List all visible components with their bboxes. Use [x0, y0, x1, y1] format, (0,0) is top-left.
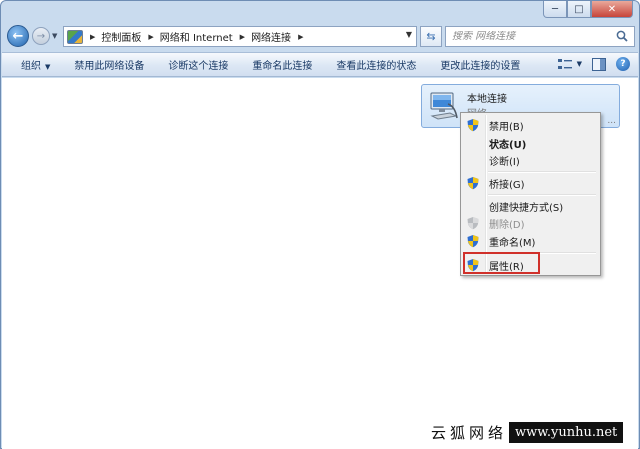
back-arrow-icon: ←	[12, 28, 24, 44]
menu-item-bridge[interactable]: 桥接(G)	[463, 174, 598, 192]
watermark-text: 云狐网络	[431, 423, 508, 442]
search-icon[interactable]	[616, 30, 628, 42]
shield-icon	[467, 177, 479, 190]
menu-separator	[488, 194, 596, 196]
minimize-icon: ─	[551, 3, 559, 15]
address-dropdown-button[interactable]: ▼	[406, 30, 412, 39]
breadcrumb-network-internet[interactable]: 网络和 Internet	[160, 29, 233, 44]
breadcrumb-network-connections[interactable]: 网络连接	[251, 29, 291, 44]
view-options-chevron-icon[interactable]: ▼	[577, 60, 582, 68]
preview-pane-icon[interactable]	[592, 57, 606, 71]
refresh-button[interactable]: ⇆	[420, 26, 442, 47]
rename-connection-button[interactable]: 重命名此连接	[240, 57, 324, 72]
connection-name: 本地连接	[467, 94, 507, 105]
menu-item-create-shortcut[interactable]: 创建快捷方式(S)	[463, 197, 598, 215]
shield-icon	[467, 119, 479, 132]
close-button[interactable]: ✕	[591, 1, 633, 18]
menu-separator	[488, 171, 596, 173]
connection-details-truncated: ...	[607, 116, 616, 126]
menu-item-label: 桥接(G)	[489, 179, 525, 191]
watermark: 云狐网络 www.yunhu.net	[425, 418, 637, 446]
minimize-button[interactable]: ─	[543, 1, 567, 18]
diagnose-connection-button[interactable]: 诊断这个连接	[156, 57, 240, 72]
menu-item-label: 状态(U)	[489, 139, 527, 151]
forward-arrow-icon: →	[36, 30, 46, 42]
menu-item-label: 删除(D)	[489, 219, 525, 231]
help-icon[interactable]: ?	[616, 57, 630, 71]
disable-device-button[interactable]: 禁用此网络设备	[62, 57, 156, 72]
search-input[interactable]	[452, 31, 612, 42]
refresh-icon: ⇆	[426, 30, 436, 43]
caption-buttons: ─ □ ✕	[543, 1, 633, 19]
breadcrumb-separator[interactable]: ▶	[298, 33, 303, 41]
maximize-button[interactable]: □	[567, 1, 591, 18]
chevron-down-icon: ▼	[52, 32, 58, 40]
menu-item-label: 创建快捷方式(S)	[489, 202, 564, 214]
view-controls: ▼ ?	[557, 57, 630, 71]
organize-label: 组织	[21, 61, 41, 72]
search-box[interactable]	[445, 26, 635, 47]
breadcrumb-separator[interactable]: ▶	[148, 33, 153, 41]
title-bar[interactable]: ─ □ ✕	[1, 1, 639, 23]
menu-item-rename[interactable]: 重命名(M)	[463, 232, 598, 250]
maximize-icon: □	[574, 3, 584, 15]
menu-item-label: 重命名(M)	[489, 237, 536, 249]
menu-item-disable[interactable]: 禁用(B)	[463, 116, 598, 134]
menu-item-label: 诊断(I)	[489, 156, 520, 168]
back-button[interactable]: ←	[7, 25, 29, 47]
control-panel-icon	[67, 29, 83, 44]
breadcrumb-separator[interactable]: ▶	[90, 33, 95, 41]
close-icon: ✕	[607, 3, 617, 15]
watermark-url: www.yunhu.net	[509, 421, 624, 443]
breadcrumb-control-panel[interactable]: 控制面板	[101, 29, 141, 44]
chevron-down-icon: ▼	[45, 63, 51, 71]
menu-item-label: 禁用(B)	[489, 121, 524, 133]
command-bar: 组织 ▼ 禁用此网络设备 诊断这个连接 重命名此连接 查看此连接的状态 更改此连接…	[2, 52, 638, 77]
address-bar[interactable]: ▶ 控制面板 ▶ 网络和 Internet ▶ 网络连接 ▶ ▼	[63, 26, 417, 47]
menu-item-diagnose[interactable]: 诊断(I)	[463, 151, 598, 169]
recent-pages-button[interactable]: ▼	[52, 32, 57, 40]
properties-highlight-annotation	[463, 252, 540, 274]
shield-icon	[467, 235, 479, 248]
organize-button[interactable]: 组织 ▼	[2, 57, 62, 72]
breadcrumb-separator[interactable]: ▶	[240, 33, 245, 41]
menu-item-status[interactable]: 状态(U)	[463, 134, 598, 152]
network-adapter-icon	[430, 92, 458, 120]
change-view-icon[interactable]	[557, 57, 573, 71]
forward-button[interactable]: →	[32, 27, 50, 45]
navigation-row: ← → ▼ ▶ 控制面板 ▶ 网络和 Internet ▶ 网络连接 ▶ ▼ ⇆	[5, 23, 635, 51]
shield-icon	[467, 217, 479, 230]
view-status-button[interactable]: 查看此连接的状态	[324, 57, 428, 72]
change-settings-button[interactable]: 更改此连接的设置	[428, 57, 532, 72]
menu-item-delete: 删除(D)	[463, 214, 598, 232]
